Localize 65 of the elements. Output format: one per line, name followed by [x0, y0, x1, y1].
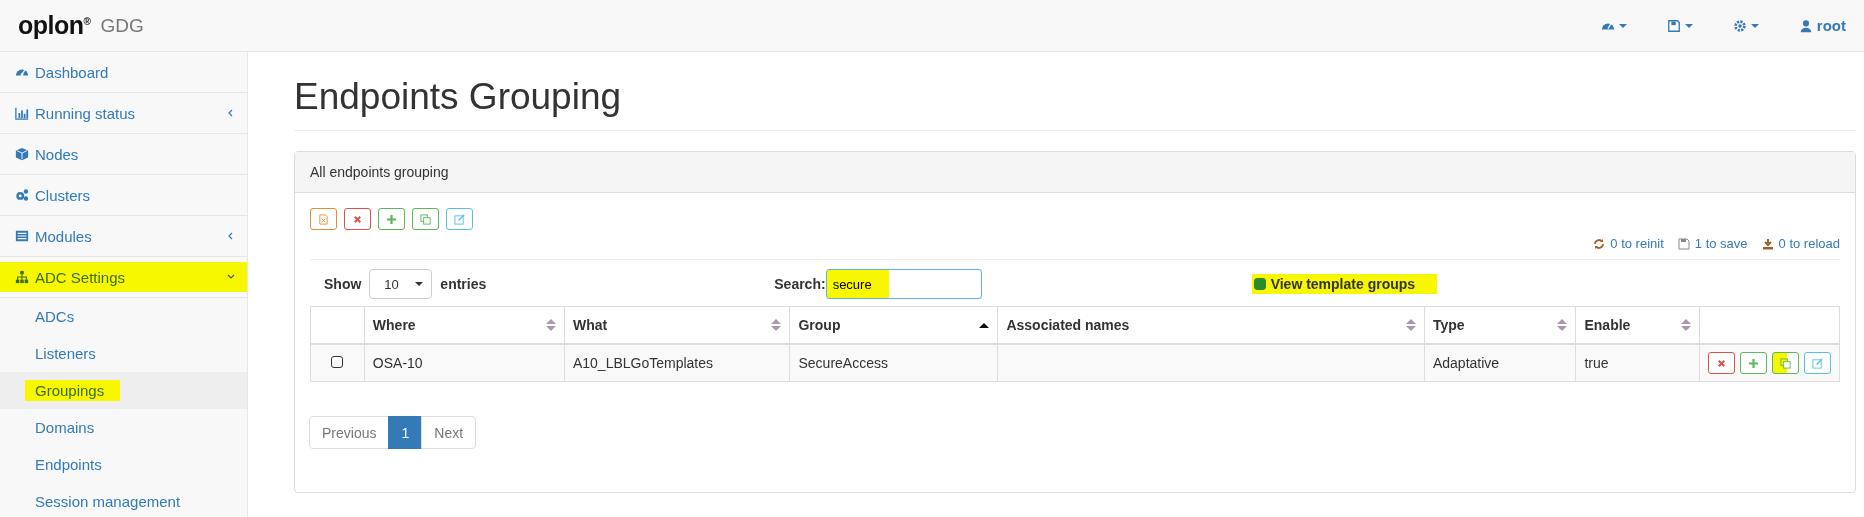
product-name: GDG: [100, 14, 144, 37]
sidebar-subitem[interactable]: Session management: [0, 483, 247, 517]
show-label: Show: [324, 276, 362, 292]
copy-icon: [1780, 357, 1791, 369]
delete-button[interactable]: [1708, 352, 1735, 374]
add-button[interactable]: [1740, 352, 1767, 374]
status-link[interactable]: 0 to reload: [1761, 236, 1840, 251]
row-checkbox[interactable]: [331, 356, 344, 368]
file-icon: [318, 213, 329, 225]
table-cell: OSA-10: [372, 355, 423, 371]
table-cell: SecureAccess: [798, 355, 888, 371]
copy-icon: [420, 213, 431, 225]
user-menu[interactable]: root: [1798, 17, 1846, 34]
template-groups-checkbox[interactable]: View template groups: [1251, 274, 1438, 294]
sidebar-item[interactable]: Nodes: [0, 134, 247, 175]
sidebar-subitem[interactable]: Endpoints: [0, 446, 247, 483]
search-field[interactable]: secure: [825, 269, 982, 299]
pagination-button[interactable]: Next: [421, 416, 477, 449]
search-label: Search:: [774, 276, 826, 292]
copy-button[interactable]: [412, 208, 439, 230]
sitemap-icon: [15, 270, 29, 284]
save-menu[interactable]: [1666, 18, 1693, 33]
copy-button[interactable]: [1772, 352, 1799, 374]
panel-heading: All endpoints grouping: [295, 152, 1855, 193]
sidebar-subitem[interactable]: ADCs: [0, 298, 247, 335]
cube-icon: [15, 147, 29, 161]
add-button[interactable]: [378, 208, 405, 230]
user-icon: [1798, 18, 1813, 33]
edit-button[interactable]: [1804, 352, 1831, 374]
gears-icon: [15, 188, 29, 202]
reinit-icon: [1593, 237, 1606, 250]
reload-icon: [1761, 237, 1774, 250]
chart-icon: [15, 106, 29, 120]
export-button[interactable]: [310, 208, 337, 230]
table-cell: A10_LBLGoTemplates: [572, 355, 714, 371]
logo: oplon$^{®}$: [18, 11, 91, 40]
settings-menu[interactable]: [1732, 18, 1759, 33]
close-icon: [352, 213, 363, 225]
sidebar-subitem[interactable]: Domains: [0, 409, 247, 446]
table-cell: Adaptative: [1432, 355, 1500, 371]
entries-label: entries: [440, 276, 487, 292]
status-link[interactable]: 0 to reinit: [1593, 236, 1664, 251]
plus-icon: [386, 213, 397, 225]
plus-icon: [1748, 357, 1759, 369]
sidebar-item[interactable]: Clusters: [0, 175, 247, 216]
page-title: Endpoints Grouping: [294, 76, 1856, 131]
settings-icon: [1732, 18, 1747, 33]
table-cell: true: [1584, 355, 1609, 371]
edit-icon: [1812, 357, 1823, 369]
sidebar-item[interactable]: Modules: [0, 216, 247, 257]
edit-button[interactable]: [446, 208, 473, 230]
page-length-select[interactable]: 10: [369, 269, 433, 299]
list-icon: [15, 229, 29, 243]
floppy-icon: [1666, 18, 1681, 33]
sidebar-subitem[interactable]: Groupings: [0, 372, 247, 409]
pagination-button[interactable]: 1: [388, 416, 423, 449]
save-icon: [1677, 237, 1690, 250]
sidebar-subitem[interactable]: Listeners: [0, 335, 247, 372]
edit-icon: [454, 213, 465, 225]
sidebar-item[interactable]: Dashboard: [0, 52, 247, 93]
sidebar-item[interactable]: Running status: [0, 93, 247, 134]
status-link[interactable]: 1 to save: [1677, 236, 1748, 251]
delete-button[interactable]: [344, 208, 371, 230]
pagination-button[interactable]: Previous: [309, 416, 390, 449]
close-icon: [1716, 357, 1727, 369]
